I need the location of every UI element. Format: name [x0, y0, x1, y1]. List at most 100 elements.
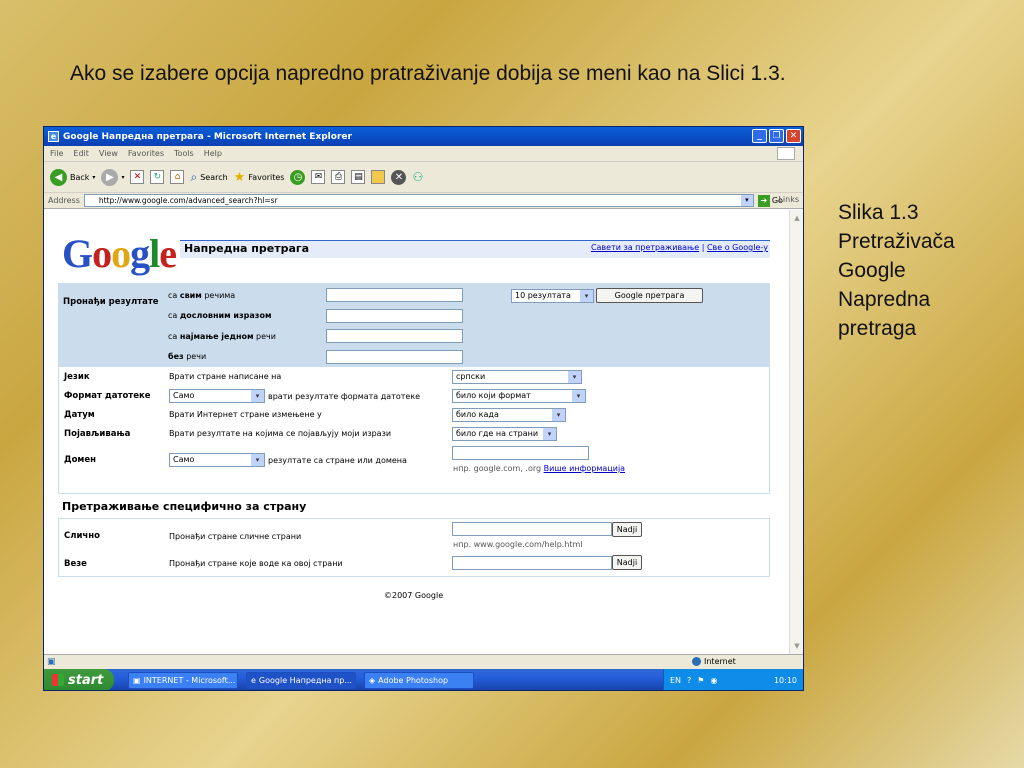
menu-bar: File Edit View Favorites Tools Help — [44, 146, 803, 162]
occurrences-select[interactable]: било где на страни ▾ — [452, 427, 557, 441]
home-icon[interactable]: ⌂ — [170, 170, 185, 184]
minimize-icon[interactable]: _ — [752, 129, 767, 143]
address-input[interactable]: http://www.google.com/advanced_search?hl… — [83, 194, 754, 207]
favorites-label: Favorites — [248, 172, 285, 182]
star-icon: ★ — [233, 169, 246, 185]
links-desc: Пронађи стране које воде ка овој страни — [169, 559, 343, 568]
favorites-button[interactable]: ★ Favorites — [234, 170, 285, 185]
taskbar: start ▣ INTERNET - Microsoft... e Google Н… — [44, 669, 803, 690]
zone-indicator: Internet — [692, 657, 736, 666]
taskbar-item-internet[interactable]: ▣ INTERNET - Microsoft... — [128, 671, 238, 689]
file-format-select[interactable]: било који формат ▾ — [452, 389, 586, 403]
search-label: Search — [200, 172, 228, 182]
help-icon[interactable]: ? — [687, 676, 691, 685]
chevron-down-icon: ▾ — [251, 454, 264, 466]
restore-icon[interactable]: ❐ — [769, 129, 784, 143]
menu-edit[interactable]: Edit — [73, 149, 89, 158]
forward-button[interactable]: ▶ ▾ — [101, 168, 124, 186]
ie-icon: e — [251, 675, 256, 685]
similar-input[interactable] — [452, 522, 612, 536]
word-icon: ▣ — [133, 675, 141, 685]
google-logo[interactable]: Google — [62, 230, 177, 277]
links-input[interactable] — [452, 556, 612, 570]
page-title: Напредна претрага — [184, 242, 310, 255]
start-button[interactable]: start — [44, 669, 114, 690]
language-indicator[interactable]: EN — [670, 676, 681, 685]
go-arrow-icon: ➔ — [757, 194, 770, 207]
caption-line: pretraga — [838, 317, 917, 340]
chevron-down-icon: ▾ — [580, 290, 593, 302]
links-find-button[interactable]: Nadji — [612, 555, 642, 570]
folder-icon[interactable] — [371, 170, 386, 184]
domain-label: Домен — [64, 455, 96, 465]
address-url: http://www.google.com/advanced_search?hl… — [98, 196, 278, 205]
more-info-link[interactable]: Више информација — [544, 464, 625, 473]
google-search-button[interactable]: Google претрага — [596, 288, 703, 303]
domain-mode-select[interactable]: Само ▾ — [169, 453, 265, 467]
slide-title: Ako se izabere opcija napredno pratraživ… — [70, 62, 786, 85]
menu-help[interactable]: Help — [204, 149, 222, 158]
taskbar-item-google[interactable]: e Google Напредна пр... — [246, 671, 356, 689]
without-words-input[interactable] — [326, 350, 463, 364]
menu-tools[interactable]: Tools — [174, 149, 194, 158]
scroll-down-icon[interactable]: ▼ — [791, 640, 803, 652]
search-button[interactable]: ⌕ Search — [190, 170, 227, 185]
all-words-input[interactable] — [326, 288, 463, 302]
print-icon[interactable]: ⎙ — [331, 170, 346, 184]
page-header: Напредна претрага Савети за претраживање… — [180, 240, 770, 258]
menu-file[interactable]: File — [50, 149, 63, 158]
vertical-scrollbar[interactable]: ▲ ▼ — [789, 210, 803, 654]
chevron-down-icon: ▾ — [552, 409, 565, 421]
chevron-down-icon[interactable]: ▾ — [740, 195, 753, 206]
chevron-down-icon: ▾ — [251, 390, 264, 402]
similar-find-button[interactable]: Nadji — [612, 522, 642, 537]
without-words-label: без речи — [168, 352, 207, 361]
search-tips-link[interactable]: Савети за претраживање — [591, 243, 699, 252]
file-format-desc: врати резултате формата датотеке — [268, 392, 421, 401]
about-google-link[interactable]: Све о Google-у — [707, 243, 768, 252]
refresh-icon[interactable]: ↻ — [150, 170, 165, 184]
volume-icon[interactable]: ◉ — [710, 676, 717, 685]
network-icon[interactable]: ⚑ — [697, 676, 704, 685]
mail-icon[interactable]: ✉ — [311, 170, 326, 184]
back-arrow-icon: ◀ — [50, 168, 67, 186]
window-title: Google Напредна претрага - Microsoft Int… — [63, 131, 352, 142]
exact-phrase-input[interactable] — [326, 309, 463, 323]
file-format-mode-select[interactable]: Само ▾ — [169, 389, 265, 403]
close-icon[interactable]: ✕ — [786, 129, 801, 143]
occurrences-label: Појављивања — [64, 429, 131, 439]
menu-favorites[interactable]: Favorites — [128, 149, 164, 158]
window-titlebar[interactable]: e Google Напредна претрага - Microsoft I… — [44, 127, 803, 146]
language-select[interactable]: српски ▾ — [452, 370, 582, 384]
clock: 10:10 — [773, 675, 797, 685]
globe-icon — [692, 657, 701, 666]
domain-input[interactable] — [452, 446, 589, 460]
address-bar: Address http://www.google.com/advanced_s… — [44, 193, 803, 209]
taskbar-item-photoshop[interactable]: ◈ Adobe Photoshop — [364, 671, 474, 689]
edit-icon[interactable]: ▤ — [351, 170, 366, 184]
links-label: Везе — [64, 559, 87, 569]
links-button[interactable]: Links — [778, 195, 799, 204]
caption-line: Google — [838, 259, 906, 282]
address-label: Address — [48, 196, 80, 205]
stop-icon[interactable]: ✕ — [130, 170, 145, 184]
date-label: Датум — [64, 410, 95, 420]
back-button[interactable]: ◀ Back ▾ — [50, 168, 95, 186]
results-count-select[interactable]: 10 резултата ▾ — [511, 289, 594, 303]
windows-flag-icon — [777, 147, 795, 160]
all-words-label: са свим речима — [168, 291, 236, 300]
similar-desc: Пронађи стране сличне страни — [169, 532, 302, 541]
zone-label: Internet — [704, 657, 736, 666]
page-icon: ▣ — [47, 657, 56, 667]
research-icon[interactable]: ✕ — [391, 169, 407, 185]
back-label: Back — [70, 172, 90, 182]
figure-caption: Slika 1.3 Pretraživača Google Napredna p… — [838, 198, 1008, 343]
language-label: Језик — [64, 372, 90, 382]
file-format-label: Формат датотеке — [64, 391, 151, 401]
any-words-input[interactable] — [326, 329, 463, 343]
messenger-icon[interactable]: ⚇ — [412, 170, 423, 184]
history-icon[interactable]: ◷ — [290, 169, 306, 185]
date-select[interactable]: било када ▾ — [452, 408, 566, 422]
menu-view[interactable]: View — [99, 149, 118, 158]
scroll-up-icon[interactable]: ▲ — [791, 212, 803, 224]
